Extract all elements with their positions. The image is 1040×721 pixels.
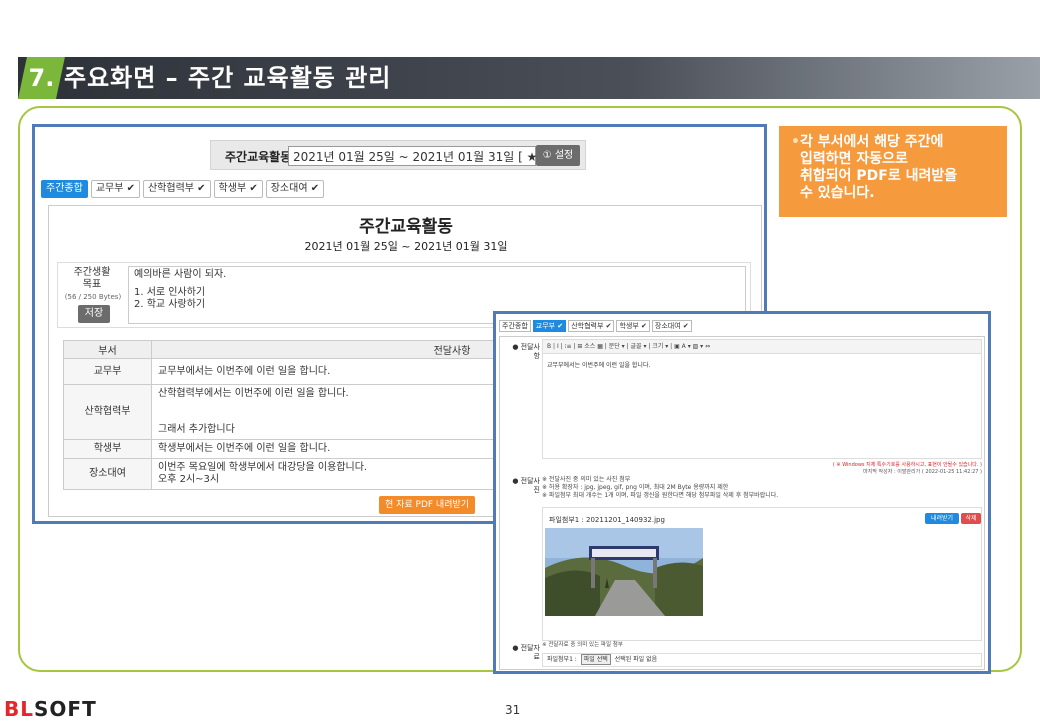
feature-callout: •각 부서에서 해당 주간에 입력하면 자동으로 취합되어 PDF로 내려받을 … xyxy=(779,126,1007,217)
special-char-warning: ( ※ Windows 지체 특수기호를 사용하시고, 표현이 안될수 있습니다… xyxy=(832,462,982,468)
file-status: 선택된 파일 없음 xyxy=(614,656,658,663)
period-label: 주간교육활동 xyxy=(225,150,292,164)
column-header-dept: 부서 xyxy=(63,340,152,359)
photo-download-button[interactable]: 내려받기 xyxy=(925,513,959,524)
photo-label: ● 전달사진 xyxy=(512,477,540,494)
file-label: ● 전달자료 xyxy=(512,644,540,661)
tab-industry-cooperation[interactable]: 산학협력부 ✔ xyxy=(142,180,211,198)
doc-title: 주간교육활동 xyxy=(359,217,453,237)
photo-delete-button[interactable]: 삭제 xyxy=(961,513,981,524)
photo-attachment: 파일첨부1 : 20211201_140932.jpg 내려받기 삭제 xyxy=(542,507,982,641)
photo-filename: 파일첨부1 : 20211201_140932.jpg xyxy=(549,516,665,524)
tab-student-affairs[interactable]: 학생부 ✔ xyxy=(616,320,650,332)
tab-academic-affairs[interactable]: 교무부 ✔ xyxy=(90,180,140,198)
photo-notes: ※ 전달사진 중 의미 있는 사진 첨부 ※ 허용 확장자 : jpg, jpe… xyxy=(542,476,779,499)
tab-weekly-summary[interactable]: 주간종합 xyxy=(41,180,88,198)
editor-body[interactable]: 교무부에서는 이번주에 이런 일을 합니다. xyxy=(543,354,981,375)
editor-toolbar[interactable]: B | I | ⁝≡ | ⊞ 소스 ▦ | 문단 ▾ | 글꼴 ▾ | 크기 ▾… xyxy=(543,340,981,354)
goal-label: 주간생활 목표 xyxy=(73,267,111,290)
department-edit-screenshot: 주간종합 교무부 ✔ 산학협력부 ✔ 학생부 ✔ 장소대여 ✔ ● 전달사항 B… xyxy=(493,311,991,674)
message-label: ● 전달사항 xyxy=(512,343,540,360)
department-tabs: 주간종합 교무부 ✔ 산학협력부 ✔ 학생부 ✔ 장소대여 ✔ xyxy=(41,180,325,198)
goal-byte-count: (56 / 250 Bytes) xyxy=(64,293,122,301)
period-select[interactable]: 2021년 01월 25일 ~ 2021년 01월 31일 [ ★ ] ▾ xyxy=(288,146,556,166)
message-editor[interactable]: B | I | ⁝≡ | ⊞ 소스 ▦ | 문단 ▾ | 글꼴 ▾ | 크기 ▾… xyxy=(542,339,982,459)
blsoft-logo: BLSOFT xyxy=(4,697,97,721)
goal-save-button[interactable]: 저장 xyxy=(78,305,110,323)
slide-title: 주요화면 – 주간 교육활동 관리 xyxy=(64,64,392,92)
department-tabs-small: 주간종합 교무부 ✔ 산학협력부 ✔ 학생부 ✔ 장소대여 ✔ xyxy=(499,320,692,332)
edit-panel: ● 전달사항 B | I | ⁝≡ | ⊞ 소스 ▦ | 문단 ▾ | 글꼴 ▾… xyxy=(499,336,985,670)
tab-academic-affairs[interactable]: 교무부 ✔ xyxy=(532,320,567,332)
tab-student-affairs[interactable]: 학생부 ✔ xyxy=(213,180,263,198)
last-editor-info: 마지막 작성자 : 이발관리가 ( 2022-01-25 11:42:27 ) xyxy=(863,469,982,475)
file-notes: ※ 전달자료 중 의미 있는 파일 첨부 xyxy=(542,642,623,648)
doc-date: 2021년 01월 25일 ~ 2021년 01월 31일 xyxy=(304,240,508,253)
tab-industry-cooperation[interactable]: 산학협력부 ✔ xyxy=(568,320,615,332)
file-select-row: 파일첨부1 : 파일 선택 선택된 파일 없음 xyxy=(542,653,982,667)
file-select-button[interactable]: 파일 선택 xyxy=(580,654,611,665)
page-number: 31 xyxy=(505,703,521,717)
tab-venue-rental[interactable]: 장소대여 ✔ xyxy=(265,180,325,198)
tab-venue-rental[interactable]: 장소대여 ✔ xyxy=(651,320,692,332)
period-bar: 주간교육활동 2021년 01월 25일 ~ 2021년 01월 31일 [ ★… xyxy=(210,140,586,170)
section-number: 7. xyxy=(28,64,55,92)
settings-button[interactable]: ① 설정 xyxy=(536,145,580,166)
pdf-download-button[interactable]: 현 자료 PDF 내려받기 xyxy=(379,496,475,514)
section-number-badge: 7. xyxy=(18,57,65,99)
school-gate-photo xyxy=(545,528,703,616)
tab-weekly-summary[interactable]: 주간종합 xyxy=(499,320,531,332)
